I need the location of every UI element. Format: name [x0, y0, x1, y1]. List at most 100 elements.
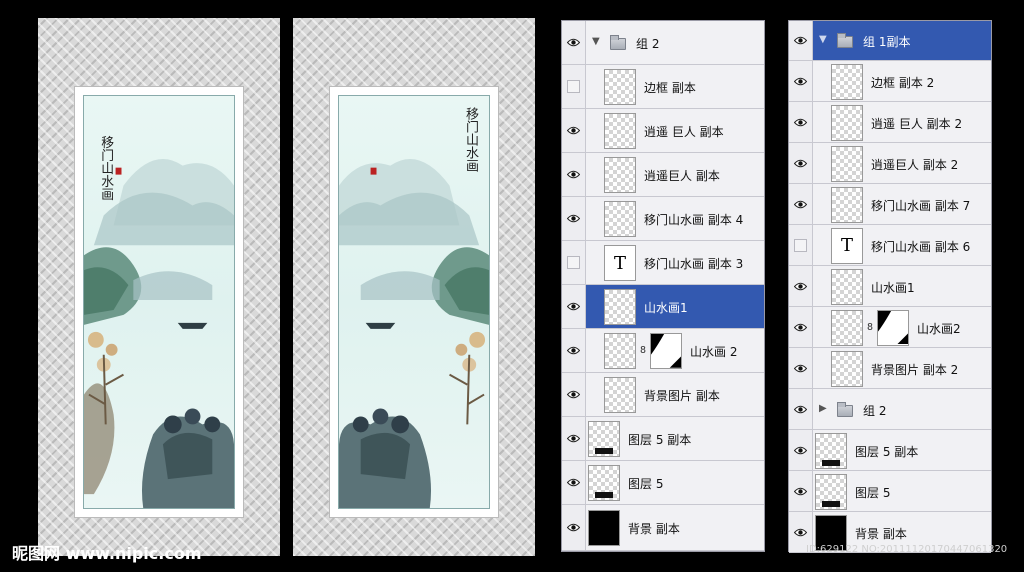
layer-thumbnail [831, 268, 863, 305]
layer-row[interactable]: ▼ 组 2 [562, 21, 764, 65]
layer-name: 山水画2 [917, 321, 961, 336]
layer-thumbnail [831, 186, 863, 223]
visibility-toggle[interactable] [562, 21, 586, 64]
layer-thumbnail [604, 377, 636, 413]
eye-icon [794, 528, 807, 536]
layer-thumbnail [831, 104, 863, 141]
layer-thumbnail [604, 289, 636, 325]
eye-icon [567, 523, 580, 532]
layer-name: 背景图片 副本 [644, 389, 720, 403]
layer-name: 组 2 [636, 37, 660, 51]
layer-name: 背景 副本 [855, 526, 907, 541]
layer-name: 逍遥 巨人 副本 2 [871, 116, 963, 131]
layer-row[interactable]: T 移门山水画 副本 3 [562, 241, 764, 285]
type-layer-icon: T [604, 245, 636, 281]
layer-row[interactable]: 边框 副本 [562, 65, 764, 109]
layer-name: 背景 副本 [628, 522, 680, 536]
visibility-toggle[interactable] [789, 389, 813, 429]
layer-thumbnail [831, 350, 863, 387]
eye-icon [567, 214, 580, 223]
visibility-toggle[interactable] [789, 102, 813, 142]
layer-name: 边框 副本 2 [871, 75, 935, 90]
visibility-off-box[interactable] [567, 80, 580, 93]
layer-row[interactable]: 逍遥巨人 副本 [562, 153, 764, 197]
layer-row[interactable]: ▼ 组 1副本 [789, 21, 991, 61]
layer-mask-thumbnail[interactable] [877, 309, 909, 346]
layer-row[interactable]: 移门山水画 副本 7 [789, 184, 991, 225]
layer-thumbnail [831, 145, 863, 182]
layer-thumbnail [831, 63, 863, 100]
visibility-off-box[interactable] [794, 238, 807, 252]
visibility-toggle[interactable] [789, 225, 813, 265]
visibility-toggle[interactable] [789, 143, 813, 183]
calligraphy-text: 移门山水画 [463, 107, 478, 172]
layers-panel-2[interactable]: ▼ 组 1副本边框 副本 2 逍遥 巨人 副本 2 逍遥巨人 副本 2 移门山水画 副本… [788, 20, 992, 553]
layer-row[interactable]: 山水画1 [789, 266, 991, 307]
visibility-toggle[interactable] [562, 109, 586, 152]
layer-row[interactable]: 图层 5 [789, 471, 991, 512]
layer-row[interactable]: 8 山水画 2 [562, 329, 764, 373]
visibility-toggle[interactable] [562, 505, 586, 550]
visibility-toggle[interactable] [562, 285, 586, 328]
visibility-toggle[interactable] [789, 184, 813, 224]
visibility-toggle[interactable] [562, 153, 586, 196]
layer-name: 边框 副本 [644, 81, 696, 95]
layer-row[interactable]: 背景 副本 [562, 505, 764, 551]
eye-icon [794, 159, 807, 167]
layer-row[interactable]: 移门山水画 副本 4 [562, 197, 764, 241]
visibility-toggle[interactable] [789, 307, 813, 347]
layers-panel-1[interactable]: ▼ 组 2 边框 副本逍遥 巨人 副本 逍遥巨人 副本移门山水画 副本 4 T 移门山水画… [561, 20, 765, 552]
eye-icon [567, 478, 580, 487]
layer-row[interactable]: 背景图片 副本 2 [789, 348, 991, 389]
layer-name: 逍遥 巨人 副本 [644, 125, 724, 139]
layer-mask-thumbnail[interactable] [650, 333, 682, 369]
layer-row[interactable]: 8 山水画2 [789, 307, 991, 348]
visibility-toggle[interactable] [562, 197, 586, 240]
eye-icon [567, 346, 580, 355]
expand-arrow-down-icon[interactable]: ▼ [819, 34, 827, 45]
layer-row[interactable]: 逍遥 巨人 副本 [562, 109, 764, 153]
eye-icon [794, 405, 807, 413]
layer-name: 逍遥巨人 副本 [644, 169, 720, 183]
visibility-toggle[interactable] [789, 61, 813, 101]
visibility-toggle[interactable] [789, 21, 813, 60]
layer-row[interactable]: ▶ 组 2 [789, 389, 991, 430]
layer-row[interactable]: 背景图片 副本 [562, 373, 764, 417]
visibility-toggle[interactable] [562, 373, 586, 416]
layer-name: 移门山水画 副本 4 [644, 213, 744, 227]
layer-row[interactable]: 图层 5 [562, 461, 764, 505]
visibility-toggle[interactable] [562, 417, 586, 460]
chain-link-icon[interactable]: 8 [640, 344, 648, 358]
visibility-toggle[interactable] [562, 241, 586, 284]
visibility-toggle[interactable] [789, 430, 813, 470]
layer-name: 山水画1 [644, 301, 688, 315]
layer-name: 背景图片 副本 2 [871, 362, 959, 377]
expand-arrow-down-icon[interactable]: ▼ [592, 36, 600, 47]
folder-icon [610, 35, 626, 50]
visibility-toggle[interactable] [789, 266, 813, 306]
visibility-toggle[interactable] [789, 471, 813, 511]
visibility-toggle[interactable] [789, 348, 813, 388]
layer-row[interactable]: 图层 5 副本 [789, 430, 991, 471]
visibility-toggle[interactable] [562, 65, 586, 108]
expand-arrow-right-icon[interactable]: ▶ [819, 403, 827, 414]
layer-thumbnail [588, 421, 620, 457]
layer-name: 逍遥巨人 副本 2 [871, 157, 959, 172]
layer-row[interactable]: T 移门山水画 副本 6 [789, 225, 991, 266]
chain-link-icon[interactable]: 8 [867, 321, 875, 335]
layer-name: 图层 5 [628, 477, 664, 491]
layer-row[interactable]: 逍遥 巨人 副本 2 [789, 102, 991, 143]
layer-row[interactable]: 山水画1 [562, 285, 764, 329]
eye-icon [794, 282, 807, 290]
visibility-toggle[interactable] [562, 329, 586, 372]
watermark-text: 昵图网 www.nipic.com [12, 544, 202, 563]
layer-thumbnail [604, 69, 636, 105]
layer-row[interactable]: 边框 副本 2 [789, 61, 991, 102]
layer-row[interactable]: 图层 5 副本 [562, 417, 764, 461]
layer-row[interactable]: 逍遥巨人 副本 2 [789, 143, 991, 184]
layer-thumbnail [815, 473, 847, 510]
layer-thumbnail [604, 157, 636, 193]
visibility-toggle[interactable] [562, 461, 586, 504]
visibility-off-box[interactable] [567, 256, 580, 269]
eye-icon [794, 200, 807, 208]
